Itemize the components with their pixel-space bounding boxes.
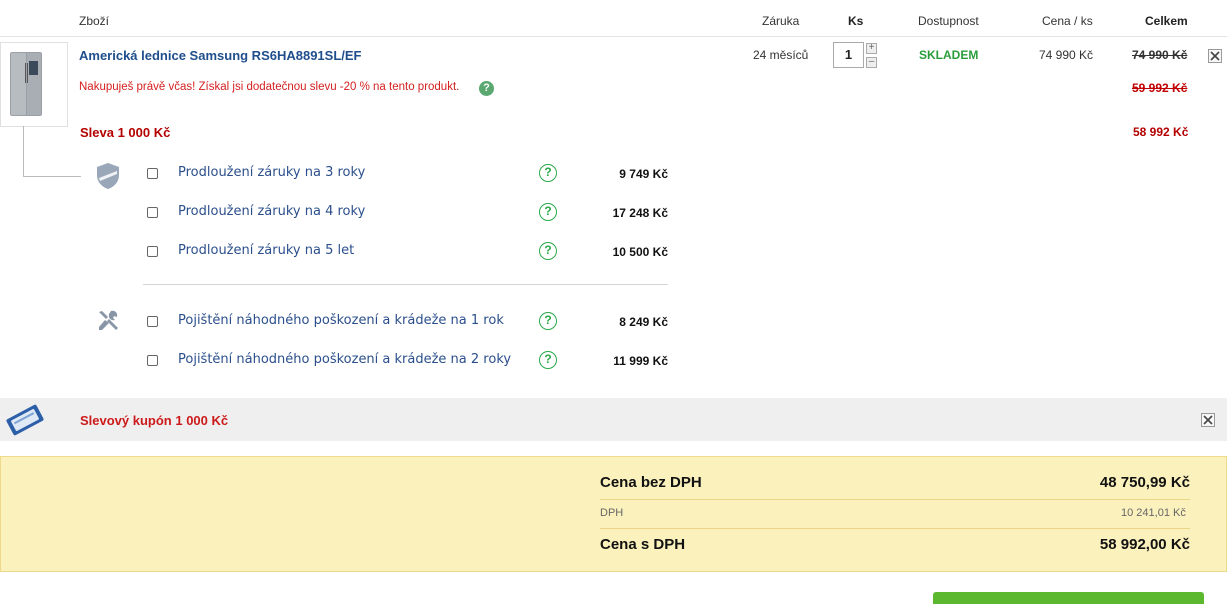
insurance-1y-price: 8 249 Kč (619, 315, 668, 329)
discount-label: Sleva 1 000 Kč (80, 125, 171, 140)
quantity-input[interactable]: 1 (833, 42, 864, 68)
remove-product-button[interactable] (1208, 49, 1222, 63)
remove-coupon-button[interactable] (1201, 413, 1215, 427)
header-divider (0, 36, 1227, 37)
insurance-2y-checkbox[interactable] (147, 355, 158, 366)
price-with-vat-label: Cena s DPH (600, 536, 686, 553)
continue-button[interactable] (933, 592, 1204, 604)
warranty-5y-price: 10 500 Kč (612, 245, 668, 259)
warranty-5y-label[interactable]: Prodloužení záruky na 5 let (178, 243, 354, 258)
insurance-2y-price: 11 999 Kč (613, 354, 668, 368)
header-availability: Dostupnost (918, 14, 979, 28)
coupon-icon (4, 403, 46, 442)
header-product: Zboží (79, 14, 110, 28)
quantity-increase-button[interactable]: + (866, 43, 877, 54)
promo-help-icon[interactable]: ? (479, 81, 494, 96)
insurance-1y-checkbox[interactable] (147, 316, 158, 327)
tree-connector-vertical (23, 126, 24, 176)
vat-label: DPH (600, 507, 624, 519)
tools-icon (96, 309, 120, 338)
insurance-1y-help-icon[interactable]: ? (539, 312, 557, 330)
availability-status: SKLADEM (919, 48, 979, 62)
promo-message: Nakupuješ právě včas! Získal jsi dodateč… (79, 81, 460, 93)
header-warranty: Záruka (762, 14, 800, 28)
price-with-vat-value: 58 992,00 Kč (1099, 536, 1190, 553)
warranty-3y-label[interactable]: Prodloužení záruky na 3 roky (178, 165, 365, 180)
options-divider (143, 284, 668, 285)
warranty-4y-help-icon[interactable]: ? (539, 203, 557, 221)
warranty-4y-price: 17 248 Kč (612, 206, 668, 220)
warranty-4y-checkbox[interactable] (147, 207, 158, 218)
header-total: Celkem (1145, 14, 1188, 28)
summary-divider-2 (600, 528, 1190, 529)
header-unit-price: Cena / ks (1042, 14, 1093, 28)
warranty-3y-help-icon[interactable]: ? (539, 164, 557, 182)
warranty-3y-price: 9 749 Kč (619, 167, 668, 181)
warranty-5y-checkbox[interactable] (147, 246, 158, 257)
warranty-shield-icon (96, 162, 120, 195)
warranty-3y-checkbox[interactable] (147, 168, 158, 179)
header-qty: Ks (848, 14, 864, 28)
warranty-5y-help-icon[interactable]: ? (539, 242, 557, 260)
summary-divider-1 (600, 499, 1190, 500)
tree-connector-horizontal (23, 176, 81, 177)
final-product-price: 58 992 Kč (1133, 125, 1189, 139)
price-without-vat-value: 48 750,99 Kč (1099, 474, 1190, 491)
close-icon (1203, 415, 1213, 425)
insurance-2y-help-icon[interactable]: ? (539, 351, 557, 369)
vat-value: 10 241,01 Kč (1121, 507, 1186, 519)
product-image[interactable] (0, 42, 68, 127)
quantity-decrease-button[interactable]: – (866, 57, 877, 68)
original-total-price: 74 990 Kč (1132, 48, 1188, 62)
coupon-label: Slevový kupón 1 000 Kč (80, 413, 229, 428)
product-title-link[interactable]: Americká lednice Samsung RS6HA8891SL/EF (79, 48, 362, 63)
price-without-vat-label: Cena bez DPH (600, 474, 702, 491)
product-warranty: 24 měsíců (753, 48, 809, 62)
close-icon (1210, 51, 1220, 61)
unit-price: 74 990 Kč (1039, 48, 1094, 62)
insurance-1y-label[interactable]: Pojištění náhodného poškození a krádeže … (178, 313, 504, 328)
insurance-2y-label[interactable]: Pojištění náhodného poškození a krádeže … (178, 352, 511, 367)
promo-price: 59 992 Kč (1132, 81, 1188, 95)
warranty-4y-label[interactable]: Prodloužení záruky na 4 roky (178, 204, 365, 219)
